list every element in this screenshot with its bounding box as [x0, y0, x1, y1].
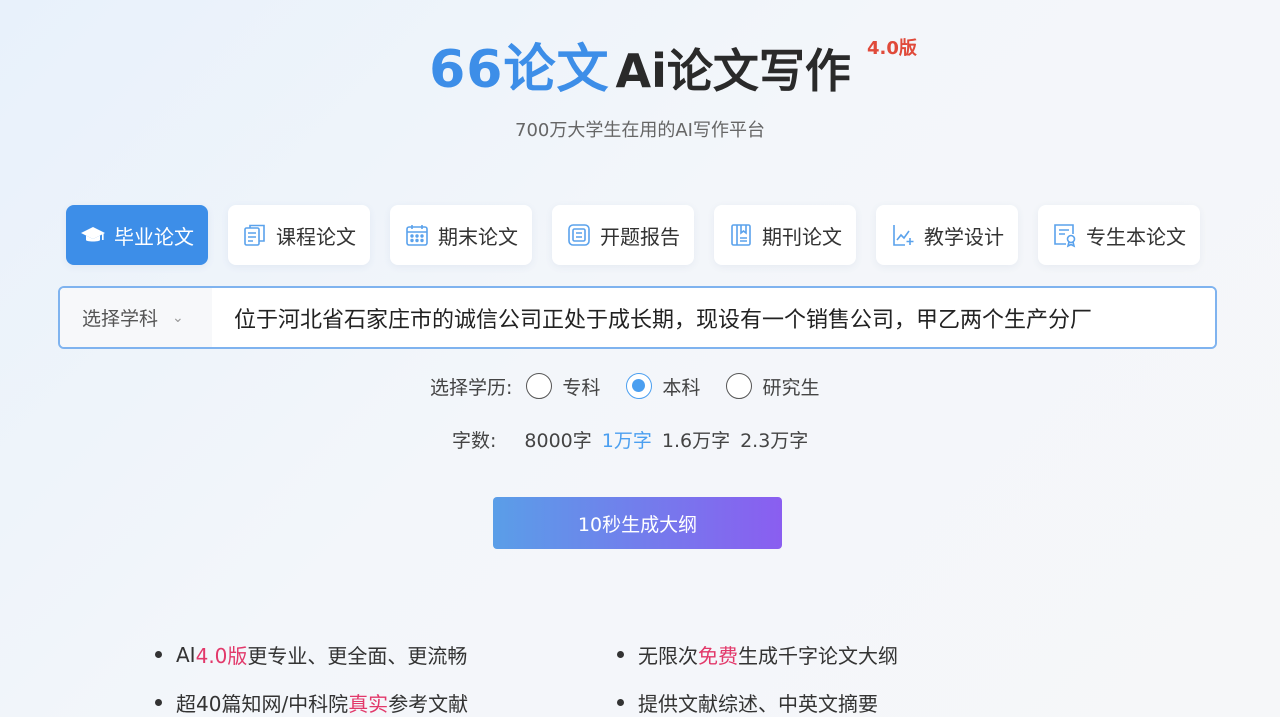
- report-icon: [566, 222, 592, 248]
- graduation-cap-icon: [80, 222, 106, 248]
- version-badge: 4.0版: [866, 38, 917, 59]
- tab-final-paper[interactable]: 期末论文: [390, 205, 532, 265]
- bullet-icon: [617, 651, 624, 658]
- tab-label: 期刊论文: [762, 224, 842, 249]
- tab-teaching-design[interactable]: 教学设计: [876, 205, 1018, 265]
- word-count-label: 字数:: [452, 430, 497, 452]
- chart-plus-icon: [890, 222, 916, 248]
- documents-icon: [242, 222, 268, 248]
- word-option-8000[interactable]: 8000字: [524, 426, 591, 453]
- subject-select-label: 选择学科: [82, 308, 159, 330]
- tab-proposal-report[interactable]: 开题报告: [552, 205, 694, 265]
- word-option-23000[interactable]: 2.3万字: [740, 426, 808, 453]
- journal-icon: [728, 222, 754, 248]
- tab-label: 专生本论文: [1086, 224, 1186, 249]
- tab-label: 毕业论文: [114, 224, 194, 249]
- chevron-down-icon: ⌄: [172, 309, 184, 326]
- radio-graduate[interactable]: 研究生: [726, 373, 819, 400]
- word-option-16000[interactable]: 1.6万字: [662, 426, 730, 453]
- radio-associate[interactable]: 专科: [526, 373, 600, 400]
- tab-course-paper[interactable]: 课程论文: [228, 205, 370, 265]
- subtitle: 700万大学生在用的AI写作平台: [515, 120, 765, 141]
- subject-select[interactable]: 选择学科 ⌄: [60, 288, 212, 347]
- feature-item: 无限次 免费 生成千字论文大纲: [617, 640, 898, 669]
- radio-bachelor[interactable]: 本科: [626, 373, 700, 400]
- tab-label: 课程论文: [276, 224, 356, 249]
- feature-item: AI 4.0版 更专业、更全面、更流畅: [155, 640, 467, 669]
- tab-journal-paper[interactable]: 期刊论文: [714, 205, 856, 265]
- education-selector: 选择学历: 专科 本科 研究生: [430, 370, 845, 402]
- word-option-10000[interactable]: 1万字: [602, 426, 652, 453]
- tab-label: 教学设计: [924, 224, 1004, 249]
- certificate-icon: [1052, 222, 1078, 248]
- product-name: Ai论文写作: [615, 44, 851, 98]
- calendar-icon: [404, 222, 430, 248]
- word-count-selector: 字数: 8000字 1万字 1.6万字 2.3万字: [452, 426, 808, 453]
- brand-logo: 66论文: [429, 40, 610, 100]
- bullet-icon: [155, 651, 162, 658]
- bullet-icon: [155, 699, 162, 706]
- tab-graduation-thesis[interactable]: 毕业论文: [66, 205, 208, 265]
- topic-search-bar: 选择学科 ⌄: [58, 286, 1217, 349]
- page-title: 66论文 Ai论文写作 4.0版: [429, 30, 917, 110]
- feature-item: 提供文献综述、中英文摘要: [617, 688, 878, 717]
- paper-type-tabs: 毕业论文 课程论文 期末论文 开题报告 期刊论文 教学设计 专生本论文: [66, 205, 1200, 265]
- radio-circle: [526, 373, 553, 399]
- hero: 66论文 Ai论文写作 4.0版 700万大学生在用的AI写作平台: [0, 30, 1280, 142]
- radio-circle: [626, 373, 653, 399]
- education-label: 选择学历:: [430, 376, 513, 399]
- tab-label: 开题报告: [600, 224, 680, 249]
- tab-upgrade-paper[interactable]: 专生本论文: [1038, 205, 1200, 265]
- radio-label: 研究生: [762, 376, 820, 399]
- generate-outline-button[interactable]: 10秒生成大纲: [493, 497, 782, 549]
- radio-label: 专科: [562, 376, 601, 399]
- feature-item: 超40篇知网/中科院 真实 参考文献: [155, 688, 468, 717]
- radio-circle: [726, 373, 753, 399]
- radio-label: 本科: [662, 376, 701, 399]
- tab-label: 期末论文: [438, 224, 518, 249]
- bullet-icon: [617, 699, 624, 706]
- topic-input[interactable]: [212, 288, 1215, 347]
